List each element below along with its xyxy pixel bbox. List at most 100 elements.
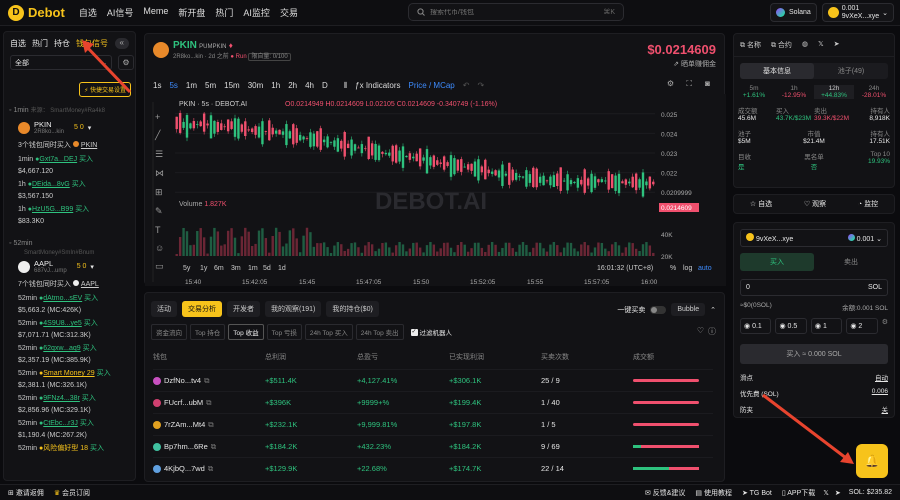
entry-wallet[interactable]: DEida...8vG [32,181,70,188]
x-icon[interactable]: 𝕏 [823,489,829,497]
subtab-top-loss[interactable]: Top 亏损 [266,324,302,340]
entry-wallet[interactable]: CtEbc...r3J [43,420,78,427]
row-wallet[interactable]: FUcrf...ubM [164,398,203,407]
rebate-link[interactable]: ⇗ 晒单赚佣金 [673,59,716,69]
signal-token[interactable]: AAPL 687vJ...ump 5 0 ▾ [4,256,137,277]
tab-basic-info[interactable]: 基本信息 [740,63,814,79]
subtab-top-profit[interactable]: Top 收益 [228,324,264,340]
period-12h[interactable]: 12h +44.83% [814,85,854,99]
tf-1s[interactable]: 1s [153,81,161,91]
signal-token[interactable]: PKIN 2R8ko...kin 5 0 ▾ [4,117,137,138]
table-row[interactable]: 7rZAm...Mt4 ⧉ +$232.1K +9,999.81% +$197.8… [153,413,713,435]
feedback-link[interactable]: ✉ 反馈&建议 [645,488,685,498]
col-volume[interactable]: 成交额 [633,352,654,362]
period-24h[interactable]: 24h -28.01% [854,85,894,99]
table-row[interactable]: FUcrf...ubM ⧉ +$396K +9999+% +$199.4K 1 /… [153,391,713,413]
search-box[interactable]: ⌘K [408,3,624,21]
tab-favorites[interactable]: 自选 [10,38,26,49]
subtab-fund-flow[interactable]: 资金流向 [151,324,187,340]
heart-icon[interactable]: ♡ [697,326,704,335]
period-5m[interactable]: 5m +1.61% [734,85,774,99]
mev-option[interactable]: 防夹关 [740,404,888,414]
range-5d[interactable]: 5d [263,265,271,272]
pattern-icon[interactable]: ⋈ [155,168,164,179]
row-wallet[interactable]: 4KjbQ...7wd [164,464,205,473]
table-row[interactable]: DzfNo...tv4 ⧉ +$511.4K +4,127.41% +$306.1… [153,369,713,391]
one-click-toggle[interactable] [650,305,667,314]
indicators-button[interactable]: ƒx Indicators [355,81,400,91]
buy-button[interactable]: 买入 ≈ 0.000 SOL [740,344,888,364]
quick-trade-settings-button[interactable]: ⚡ 快捷交易设置 [79,82,131,97]
amount-input[interactable]: 0 SOL [740,279,888,296]
tab-pools[interactable]: 池子(49) [814,63,888,79]
fullscreen-icon[interactable]: ⛶ [686,79,692,89]
member-link[interactable]: ♛ 会员订阅 [54,488,90,498]
nav-ai-signal[interactable]: AI信号 [107,6,134,19]
log-toggle[interactable]: log [683,265,692,272]
nav-new-pairs[interactable]: 新开盘 [178,6,205,19]
entry-wallet[interactable]: HzU5G...B99 [32,206,73,213]
preset-1[interactable]: ◉ 1 [810,318,843,334]
brush-icon[interactable]: ✎ [155,206,164,217]
period-1h[interactable]: 1h -12.95% [774,85,814,99]
row-wallet[interactable]: Bp7hm...6Re [164,442,208,451]
range-1y[interactable]: 1y [200,265,208,272]
emoji-icon[interactable]: ☺ [155,243,164,253]
tab-my-watch[interactable]: 我的观察(191) [265,301,322,317]
copy-icon[interactable]: ⧉ [204,376,209,386]
entry-wallet[interactable]: Smart Money 29 [43,370,94,377]
price-mcap-toggle[interactable]: Price / MCap [409,81,455,91]
tf-30m[interactable]: 30m [248,81,264,91]
table-row[interactable]: Bp7hm...6Re ⧉ +$184.2K +432.23% +$184.2K … [153,435,713,457]
copy-contract-button[interactable]: ⧉ 合约 [771,40,792,50]
trendline-icon[interactable]: ╱ [155,130,164,141]
entry-wallet[interactable]: 风险偏好型 18 [43,445,88,452]
copy-name-button[interactable]: ⧉ 名称 [740,40,761,50]
search-input[interactable] [430,8,599,16]
entry-wallet[interactable]: 4S9U8...ye5 [43,320,82,327]
priority-fee-option[interactable]: 优先费 (SOL) 0.006 [740,388,888,398]
subtab-24h-sell[interactable]: 24h Top 卖出 [355,324,404,340]
trade-wallet-selector[interactable]: 9vXeX...xye 0.001 ⌄ [740,229,888,247]
nav-trade[interactable]: 交易 [280,6,298,19]
col-total-profit[interactable]: 总利润 [265,352,286,362]
settings-icon[interactable]: ⚙ [118,55,134,70]
collapse-icon[interactable]: ⌃ [710,306,716,314]
range-1d[interactable]: 1d [278,265,286,272]
entry-wallet[interactable]: 9FNz4...38r [43,395,80,402]
preset-0-5[interactable]: ◉ 0.5 [775,318,807,334]
tutorial-link[interactable]: ▤ 使用教程 [695,488,732,498]
fib-icon[interactable]: ☰ [155,149,164,160]
tab-trade-analysis[interactable]: 交易分析 [182,301,222,317]
tf-d[interactable]: D [322,81,328,91]
settings-icon[interactable]: ⚙ [667,79,674,88]
filter-bots-checkbox[interactable]: ✓ 过滤机器人 [410,324,452,340]
entry-wallet[interactable]: dAtmo...sEV [43,295,82,302]
notification-bell-button[interactable]: 🔔 [856,444,888,478]
telegram-icon[interactable]: ➤ [835,489,841,497]
summary-token[interactable]: AAPL [81,281,99,288]
range-6m[interactable]: 6m [214,265,224,272]
range-1m[interactable]: 1m [248,265,258,272]
info-icon[interactable]: ⓘ [708,326,716,337]
col-realized[interactable]: 已实现利润 [449,352,484,362]
tab-hot[interactable]: 热门 [32,38,48,49]
ruler-icon[interactable]: ▭ [155,261,164,272]
text-icon[interactable]: T [155,225,164,235]
tab-my-positions[interactable]: 我的持仓($0) [326,301,379,317]
entry-wallet[interactable]: Gxt7a...DEJ [39,156,77,163]
preset-0-1[interactable]: ◉ 0.1 [740,318,772,334]
tf-1h[interactable]: 1h [271,81,280,91]
copy-icon[interactable]: ⧉ [211,442,216,452]
row-wallet[interactable]: DzfNo...tv4 [164,376,201,385]
chain-selector[interactable]: Solana [769,3,817,22]
preset-2[interactable]: ◉ 2 [846,318,878,334]
copy-icon[interactable]: ⧉ [206,398,211,408]
tab-sell[interactable]: 卖出 [814,253,888,271]
tab-developer[interactable]: 开发者 [227,301,260,317]
favorite-button[interactable]: ☆ 自选 [750,199,772,209]
nav-favorites[interactable]: 自选 [79,6,97,19]
undo-icon[interactable]: ↶ [463,81,470,91]
nav-ai-monitor[interactable]: AI监控 [243,6,270,19]
tf-5m[interactable]: 5m [205,81,216,91]
